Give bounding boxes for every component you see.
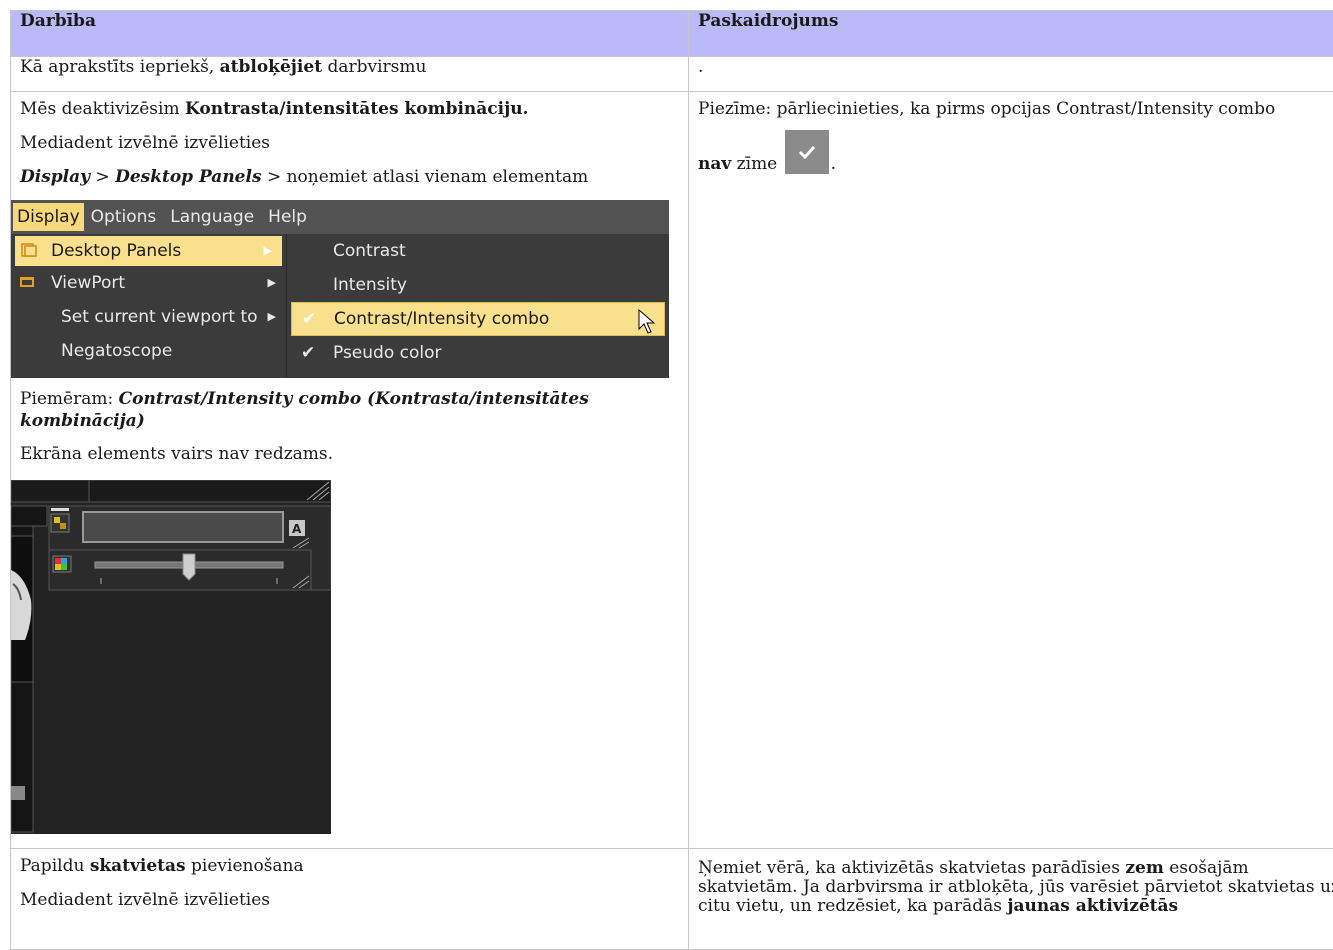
row2-line3: Display > Desktop Panels > noņemiet atla… (20, 160, 679, 194)
table-row: Mēs deaktivizēsim Kontrasta/intensitātes… (11, 92, 1333, 849)
menu-item-negatoscope[interactable]: Negatoscope (11, 334, 286, 368)
instruction-table: Darbība Paskaidrojums Kā aprakstīts iepr… (10, 10, 1333, 950)
row2-line1-text: Mēs deaktivizēsim (20, 99, 180, 119)
check-icon: ✔ (302, 303, 316, 335)
menu-path-sep: > (267, 167, 281, 187)
row2-action: Mēs deaktivizēsim Kontrasta/intensitātes… (11, 92, 689, 849)
submenu-item-label: Intensity (333, 275, 407, 295)
menu-path-after: noņemiet atlasi vienam elementam (287, 167, 589, 187)
header-paskaidrojums: Paskaidrojums (689, 11, 1333, 57)
header-darbiba: Darbība (11, 11, 689, 57)
table-row: Papildu skatvietas pievienošana Mediaden… (11, 849, 1333, 950)
row3-note-a: Ņemiet vērā, ka aktivizētās skatvietas p… (698, 858, 1120, 878)
note-line1: Piezīme: pārliecinieties, ka pirms opcij… (698, 92, 1333, 126)
row2-line1-bold: Kontrasta/intensitātes kombināciju. (185, 99, 529, 119)
row3-action: Papildu skatvietas pievienošana Mediaden… (11, 849, 689, 950)
display-dropdown: Desktop Panels ▶ ViewPort ▶ Set current … (11, 234, 286, 378)
menubar-display[interactable]: Display (13, 203, 84, 231)
row3-line1: Papildu skatvietas pievienošana (20, 849, 679, 883)
desktop-panels-submenu: Contrast Intensity ✔ Contrast/Intensity … (287, 234, 669, 378)
menu-bar: Display Options Language Help (11, 200, 669, 234)
menubar-language[interactable]: Language (163, 203, 261, 231)
mouse-cursor-icon (638, 309, 656, 335)
submenu-item-pseudo-color[interactable]: ✔ Pseudo color (287, 336, 669, 370)
menu-path-desktop-panels: Desktop Panels (115, 167, 261, 187)
example-paragraph: Piemēram: Contrast/Intensity combo (Kont… (20, 388, 679, 432)
table-header-row: Darbība Paskaidrojums (11, 11, 1333, 57)
note-line2: nav zīme . (698, 130, 1333, 174)
menu-item-set-current-viewport[interactable]: Set current viewport to ▶ (11, 300, 286, 334)
row2-line1: Mēs deaktivizēsim Kontrasta/intensitātes… (20, 92, 679, 126)
menu-item-viewport[interactable]: ViewPort ▶ (11, 266, 286, 300)
submenu-item-intensity[interactable]: Intensity (287, 268, 669, 302)
row3-bold: skatvietas (90, 856, 186, 876)
row3-note-bold1: zem (1125, 858, 1163, 878)
row1-bold: atbloķējiet (220, 57, 322, 77)
check-icon: ✔ (301, 336, 315, 370)
menubar-help[interactable]: Help (261, 203, 314, 231)
menu-item-label: Desktop Panels (51, 241, 181, 261)
row3-text: Papildu (20, 856, 84, 876)
note-end: . (831, 154, 836, 174)
note-bold: nav (698, 154, 731, 174)
row3-text-after: pievienošana (191, 856, 304, 876)
note-after: zīme (737, 154, 778, 174)
row2-line2: Mediadent izvēlnē izvēlieties (20, 126, 679, 160)
submenu-item-label: Pseudo color (333, 343, 442, 363)
submenu-arrow-icon: ▶ (264, 236, 272, 266)
row3-note: Ņemiet vērā, ka aktivizētās skatvietas p… (698, 849, 1333, 916)
menu-item-desktop-panels[interactable]: Desktop Panels ▶ (15, 236, 282, 266)
viewport-icon (19, 275, 35, 289)
submenu-item-contrast-intensity-combo[interactable]: ✔ Contrast/Intensity combo (291, 302, 665, 336)
menubar-options[interactable]: Options (84, 203, 164, 231)
panel-graphic: A (11, 480, 331, 834)
row3-note-bold2: jaunas aktivizētās (1007, 896, 1178, 916)
menu-path-display: Display (20, 167, 90, 187)
row1-text-after: darbvirsmu (327, 57, 426, 77)
row1-explanation: . (689, 57, 1333, 92)
menu-screenshot: Display Options Language Help Desktop Pa… (11, 200, 669, 378)
panels-icon (21, 243, 37, 257)
table-row: Kā aprakstīts iepriekš, atbloķējiet darb… (11, 57, 1333, 92)
menu-item-label: Negatoscope (61, 341, 172, 361)
row1-action: Kā aprakstīts iepriekš, atbloķējiet darb… (11, 57, 689, 92)
example-label: Piemēram: (20, 389, 113, 409)
svg-text:A: A (292, 522, 302, 536)
submenu-arrow-icon: ▶ (268, 266, 276, 300)
document: Darbība Paskaidrojums Kā aprakstīts iepr… (10, 10, 1333, 950)
menu-path-sep: > (95, 167, 109, 187)
result-text: Ekrāna elements vairs nav redzams. (20, 444, 679, 464)
menu-item-label: Set current viewport to (61, 307, 258, 327)
row1-text: Kā aprakstīts iepriekš, (20, 57, 214, 77)
panel-screenshot: A (11, 480, 331, 834)
submenu-arrow-icon: ▶ (268, 300, 276, 334)
submenu-item-label: Contrast (333, 241, 406, 261)
menu-item-label: ViewPort (51, 273, 125, 293)
checkmark-box-icon (785, 130, 829, 174)
row3-line2: Mediadent izvēlnē izvēlieties (20, 883, 679, 917)
submenu-item-contrast[interactable]: Contrast (287, 234, 669, 268)
row3-explanation: Ņemiet vērā, ka aktivizētās skatvietas p… (689, 849, 1333, 950)
submenu-item-label: Contrast/Intensity combo (334, 309, 549, 329)
row2-explanation: Piezīme: pārliecinieties, ka pirms opcij… (689, 92, 1333, 849)
